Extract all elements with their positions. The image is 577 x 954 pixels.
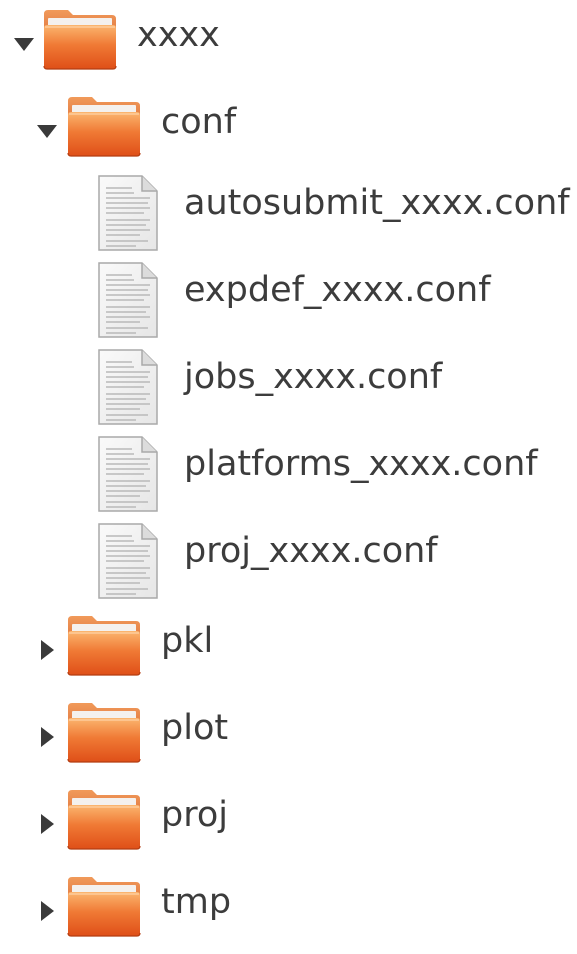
tree-item-xxxx[interactable]: xxxx [0, 0, 577, 87]
tree-item-file[interactable]: platforms_xxxx.conf [0, 429, 577, 516]
text-file-icon [96, 435, 160, 513]
tree-item-proj[interactable]: proj [0, 780, 577, 867]
tree-item-label: autosubmit_xxxx.conf [184, 183, 570, 223]
tree-item-label: xxxx [137, 15, 220, 55]
expander-collapsed-icon[interactable] [35, 899, 59, 923]
tree-item-label: platforms_xxxx.conf [184, 444, 538, 484]
text-file-icon [96, 261, 160, 339]
tree-item-plot[interactable]: plot [0, 693, 577, 780]
tree-item-pkl[interactable]: pkl [0, 606, 577, 693]
tree-item-label: plot [161, 708, 229, 748]
tree-item-label: proj_xxxx.conf [184, 531, 438, 571]
file-tree: xxxx conf autosubmit_xxxx.conf expdef_xx… [0, 0, 577, 942]
expander-expanded-icon[interactable] [35, 119, 59, 143]
folder-icon [66, 701, 142, 763]
tree-item-file[interactable]: expdef_xxxx.conf [0, 255, 577, 342]
tree-item-label: tmp [161, 882, 232, 922]
folder-icon [66, 95, 142, 157]
text-file-icon [96, 174, 160, 252]
tree-item-label: proj [161, 795, 228, 835]
tree-item-tmp[interactable]: tmp [0, 867, 577, 954]
expander-expanded-icon[interactable] [12, 32, 36, 56]
text-file-icon [96, 348, 160, 426]
expander-collapsed-icon[interactable] [35, 812, 59, 836]
tree-item-file[interactable]: proj_xxxx.conf [0, 516, 577, 603]
tree-item-conf[interactable]: conf [0, 87, 577, 174]
folder-icon [66, 875, 142, 937]
folder-icon [66, 614, 142, 676]
tree-item-file[interactable]: jobs_xxxx.conf [0, 342, 577, 429]
expander-collapsed-icon[interactable] [35, 638, 59, 662]
folder-icon [66, 788, 142, 850]
tree-item-label: jobs_xxxx.conf [184, 357, 443, 397]
tree-item-label: expdef_xxxx.conf [184, 270, 491, 310]
folder-icon [42, 8, 118, 70]
text-file-icon [96, 522, 160, 600]
expander-collapsed-icon[interactable] [35, 725, 59, 749]
tree-item-label: conf [161, 102, 237, 142]
tree-item-label: pkl [161, 621, 214, 661]
tree-item-file[interactable]: autosubmit_xxxx.conf [0, 168, 577, 255]
